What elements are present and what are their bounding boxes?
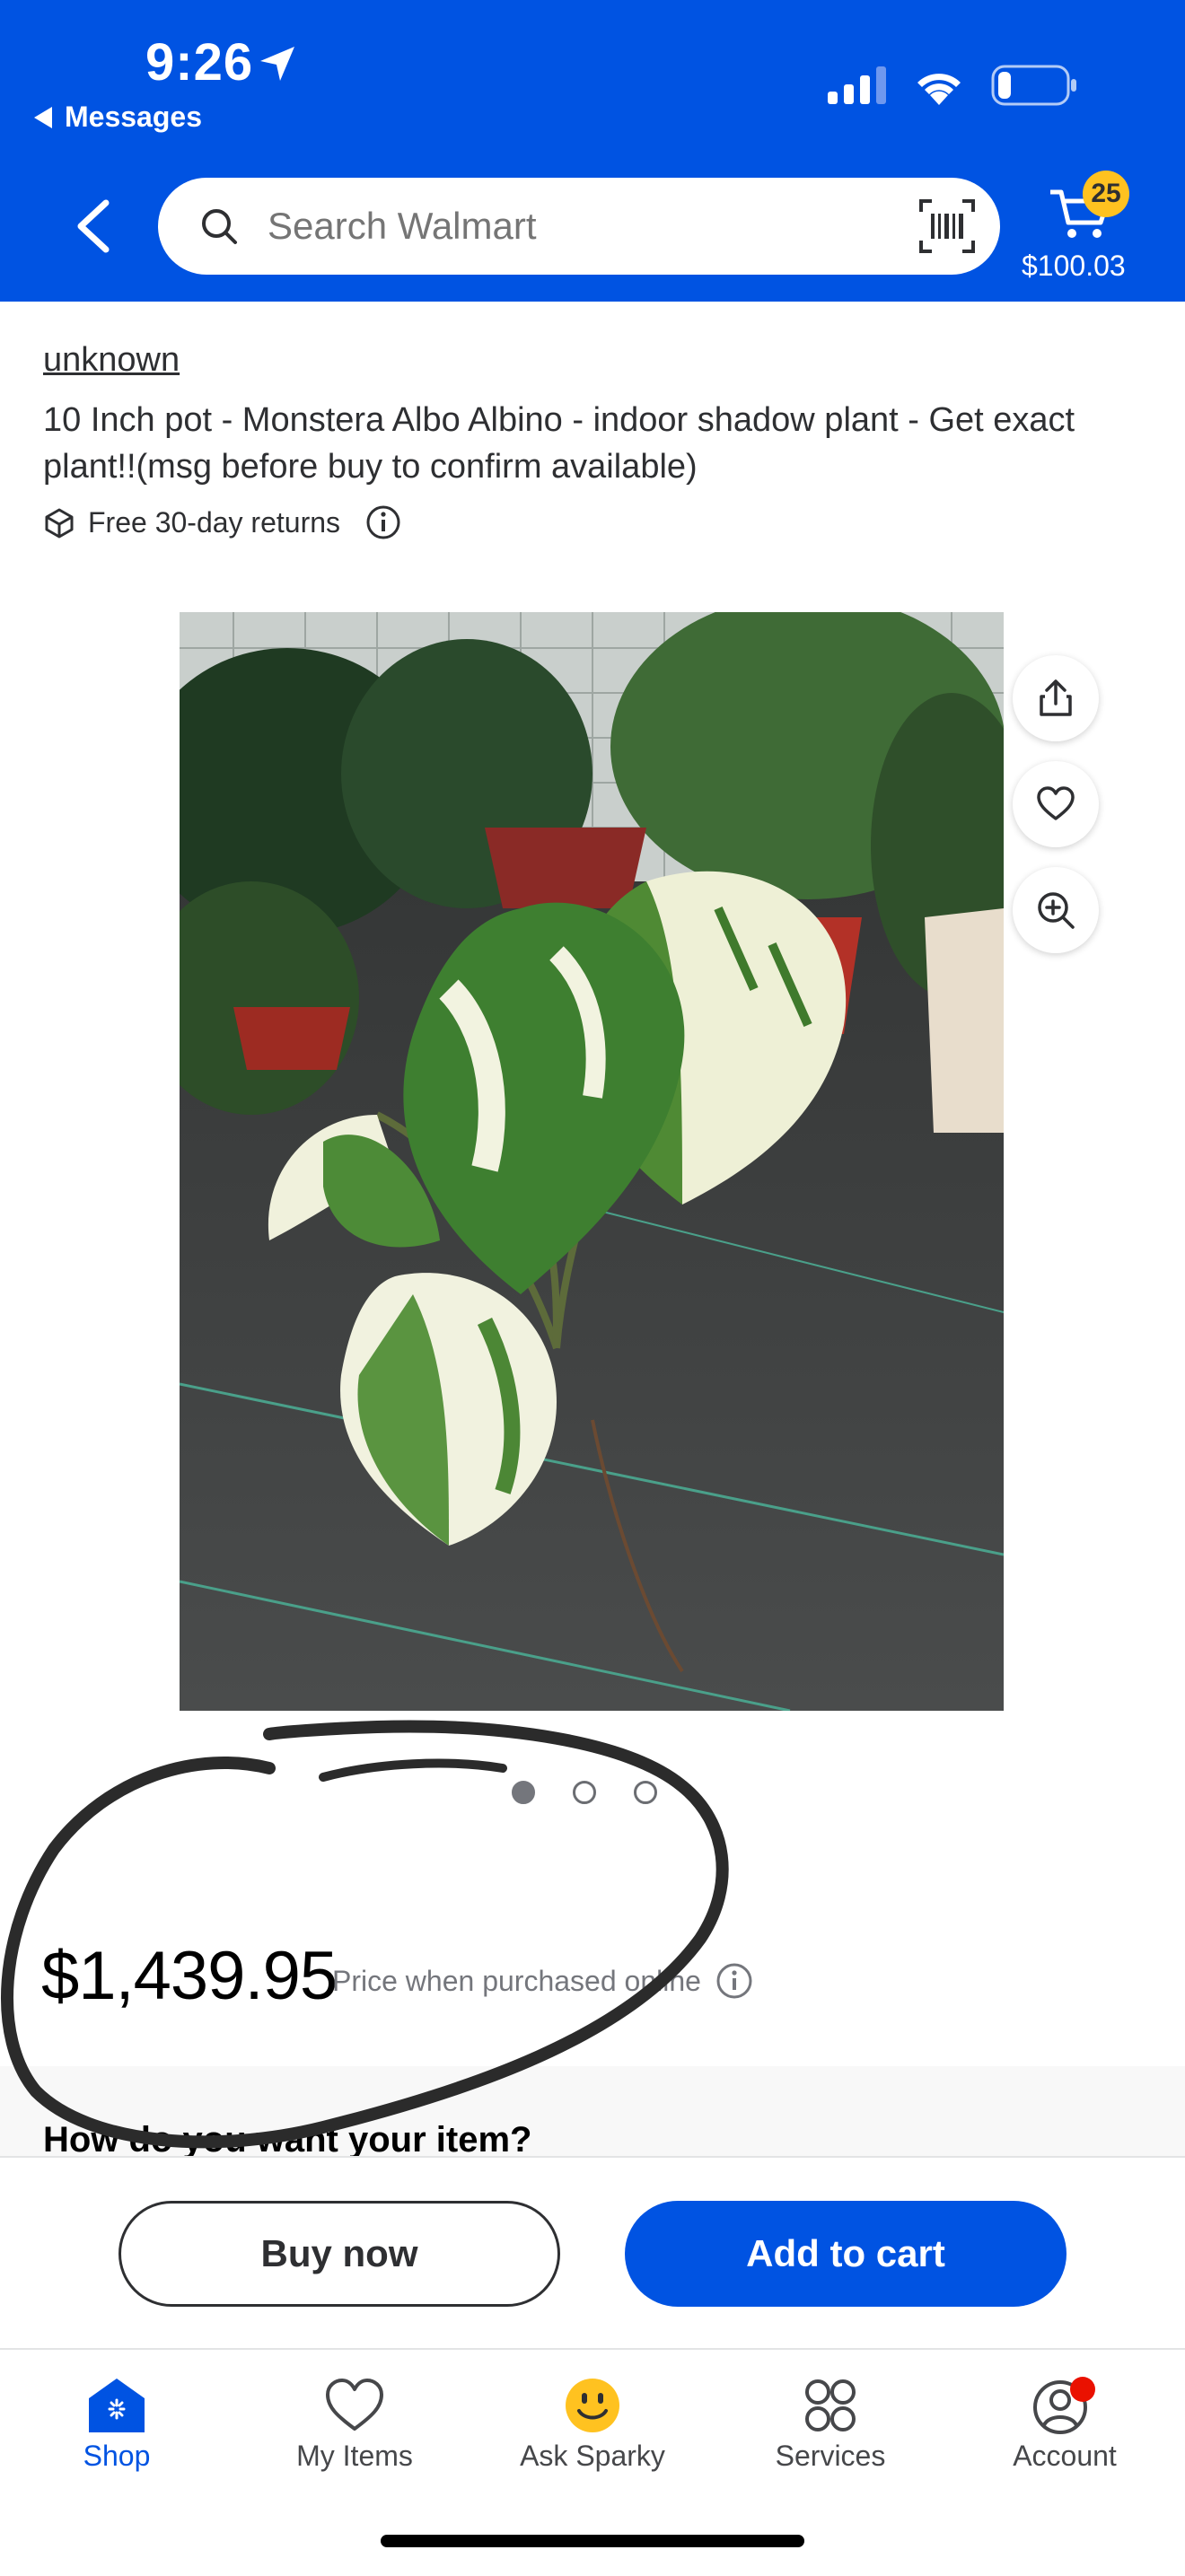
zoom-button[interactable] <box>1013 867 1099 953</box>
back-chevron-icon[interactable] <box>70 199 115 253</box>
tab-ask-sparky-label: Ask Sparky <box>520 2440 665 2472</box>
returns-box-icon <box>45 508 74 539</box>
barcode-scanner-icon[interactable] <box>919 199 975 253</box>
app-header: 9:26 Messages Search Walmart 25 $100.03 <box>0 0 1185 302</box>
search-icon <box>202 209 237 244</box>
heart-icon <box>326 2379 383 2431</box>
purchase-action-bar: Buy now Add to cart <box>0 2156 1185 2350</box>
battery-icon <box>991 65 1076 106</box>
seller-link[interactable]: unknown <box>43 341 180 380</box>
cart-total: $100.03 <box>1022 250 1126 282</box>
cart-button[interactable]: 25 $100.03 <box>1022 171 1135 287</box>
status-indicators <box>828 65 1077 106</box>
back-to-messages[interactable]: Messages <box>34 101 202 134</box>
product-image[interactable] <box>180 612 1004 1711</box>
services-icon <box>805 2379 856 2431</box>
zoom-in-icon <box>1038 892 1075 929</box>
sparky-icon <box>566 2379 619 2432</box>
info-icon[interactable] <box>365 504 401 540</box>
favorite-button[interactable] <box>1013 761 1099 847</box>
search-bar[interactable] <box>158 178 1000 275</box>
handdrawn-circle-annotation <box>1 1720 729 2149</box>
tab-services[interactable]: Services <box>732 2377 929 2473</box>
tab-shop-label: Shop <box>83 2440 151 2472</box>
cart-count-badge: 25 <box>1083 171 1129 217</box>
account-icon <box>1033 2377 1095 2434</box>
returns-label: Free 30-day returns <box>88 505 341 539</box>
tab-my-items[interactable]: My Items <box>256 2377 453 2473</box>
cellular-signal-icon <box>828 66 886 104</box>
search-input[interactable] <box>266 204 862 249</box>
notification-dot <box>1070 2377 1095 2402</box>
status-time: 9:26 <box>145 33 254 92</box>
location-arrow-icon <box>260 47 294 81</box>
back-app-label: Messages <box>65 101 202 133</box>
monstera-plant-photo <box>180 612 1004 1711</box>
back-triangle-icon <box>34 106 52 128</box>
wifi-icon <box>917 74 961 105</box>
share-button[interactable] <box>1013 655 1099 741</box>
image-actions <box>1013 655 1099 953</box>
tab-services-label: Services <box>775 2440 886 2472</box>
product-title: 10 Inch pot - Monstera Albo Albino - ind… <box>43 401 1075 486</box>
share-icon <box>1040 679 1072 716</box>
heart-icon <box>1037 786 1075 820</box>
tab-ask-sparky[interactable]: Ask Sparky <box>494 2377 691 2473</box>
add-to-cart-button[interactable]: Add to cart <box>625 2201 1066 2307</box>
store-icon <box>89 2379 145 2432</box>
tab-account[interactable]: Account <box>966 2377 1163 2473</box>
tab-shop[interactable]: Shop <box>18 2377 215 2473</box>
returns-info: Free 30-day returns <box>43 504 401 540</box>
tab-account-label: Account <box>1013 2440 1117 2472</box>
buy-now-button[interactable]: Buy now <box>118 2201 560 2307</box>
home-indicator[interactable] <box>381 2535 804 2547</box>
tab-my-items-label: My Items <box>296 2440 413 2472</box>
